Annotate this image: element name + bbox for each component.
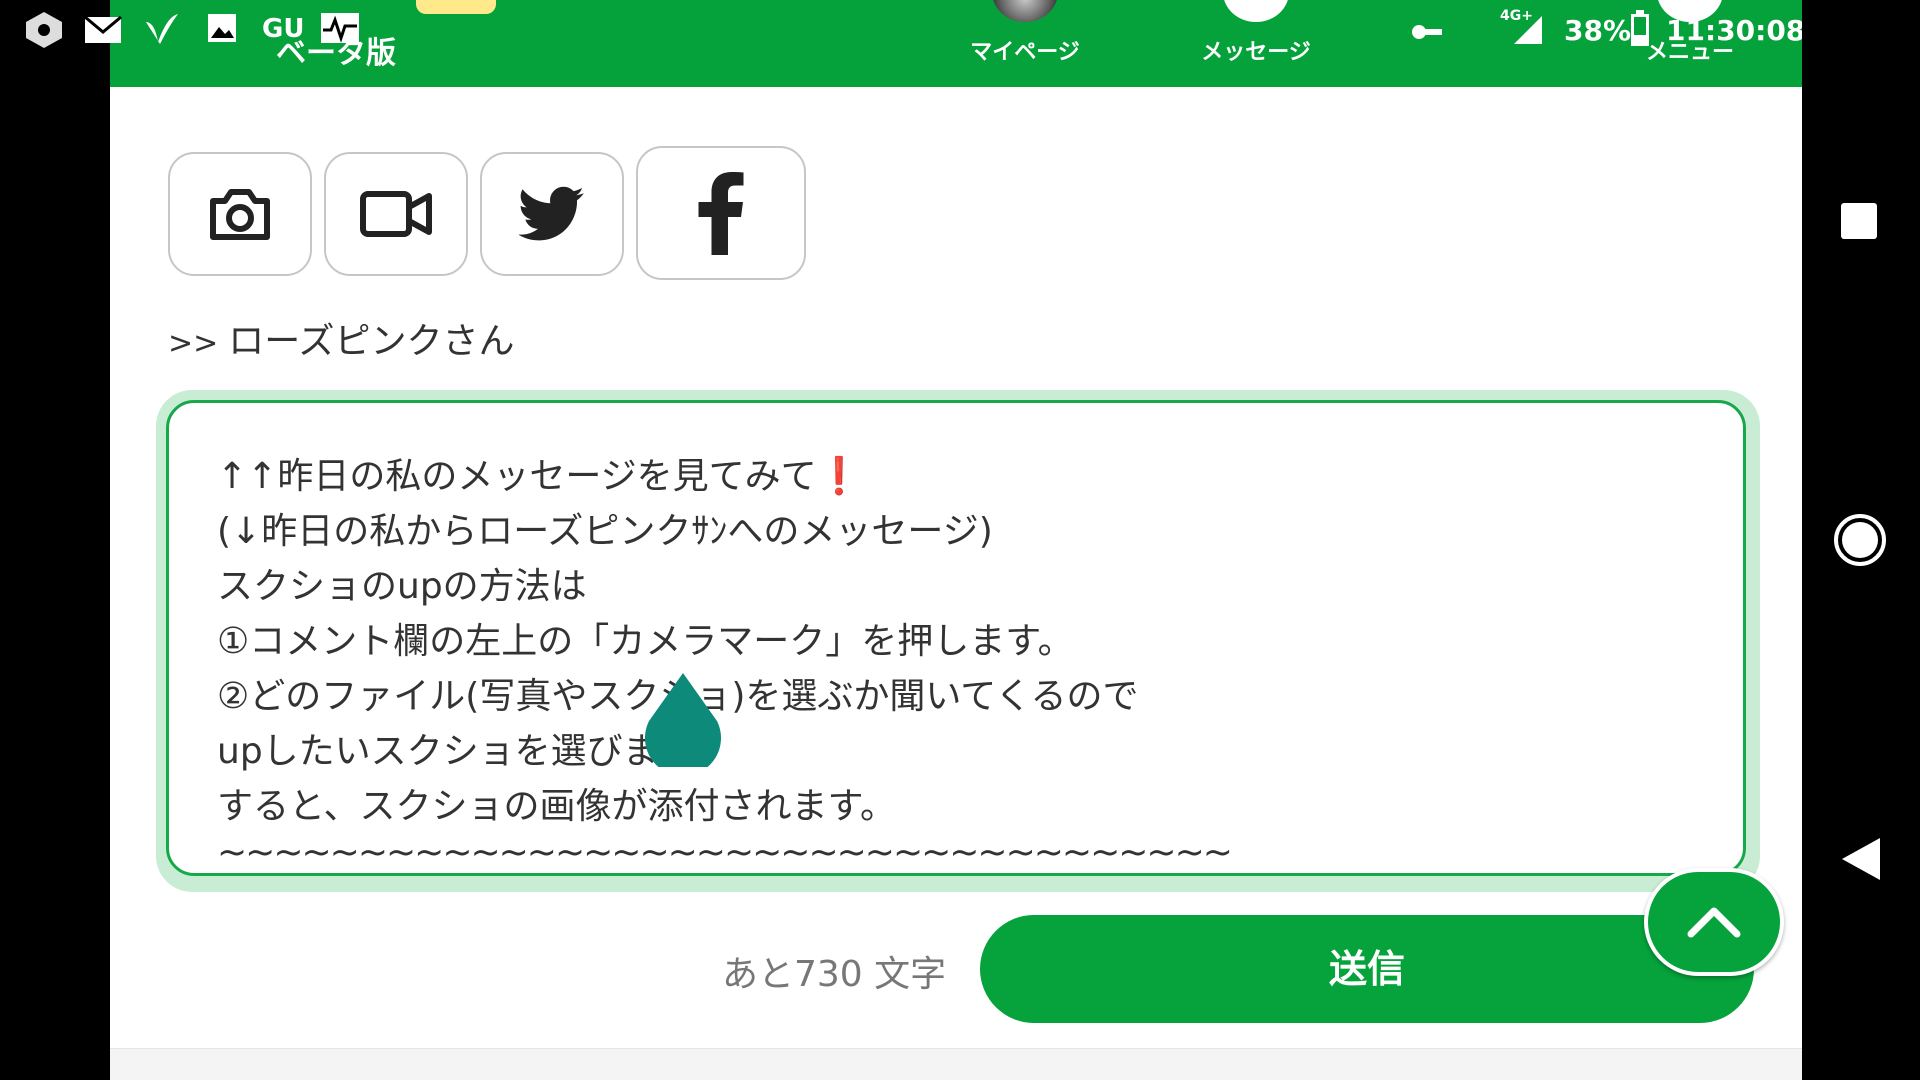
video-icon xyxy=(360,191,432,237)
comment-line: すると、スクショの画像が添付されます。 xyxy=(217,786,896,827)
exclamation-icon: ❗ xyxy=(816,456,862,497)
chevron-up-icon xyxy=(1687,907,1741,938)
comment-line: ↑↑昨日の私のメッセージを見てみて❗ xyxy=(217,456,862,497)
twitter-icon xyxy=(519,186,584,241)
camera-icon xyxy=(210,189,270,240)
home-button[interactable] xyxy=(1802,510,1920,570)
mail-icon xyxy=(84,16,122,43)
comment-line: (↓昨日の私からローズピンクｻﾝへのメッセージ) xyxy=(217,511,993,552)
activity-icon xyxy=(321,13,359,43)
nav-mypage-label: マイページ xyxy=(970,40,1080,65)
cell-signal-icon xyxy=(1514,16,1542,44)
camera-button[interactable] xyxy=(168,152,312,276)
facebook-icon xyxy=(698,172,744,255)
site-logo[interactable] xyxy=(416,0,496,14)
back-triangle-icon xyxy=(1842,838,1880,880)
avatar xyxy=(992,0,1058,22)
remaining-characters: あと730 文字 xyxy=(722,954,947,995)
settings-icon xyxy=(26,12,62,48)
text-cursor-handle[interactable] xyxy=(643,671,723,767)
nav-messages[interactable]: メッセージ xyxy=(1174,0,1338,87)
vpn-key-icon xyxy=(1412,25,1442,39)
message-icon xyxy=(1223,0,1289,22)
back-button[interactable] xyxy=(1802,834,1920,884)
comment-line: ①コメント欄の左上の「カメラマーク」を押します。 xyxy=(217,621,1074,662)
nav-messages-label: メッセージ xyxy=(1201,40,1311,65)
twitter-share-button[interactable] xyxy=(480,152,624,276)
comment-line: スクショのupの方法は xyxy=(217,566,587,607)
facebook-share-button[interactable] xyxy=(636,146,806,280)
battery-icon xyxy=(1631,10,1649,46)
menu-icon xyxy=(1657,0,1723,22)
reply-prefix: >> xyxy=(168,326,219,361)
comment-line: ~~~~~~~~~~~~~~~~~~~~~~~~~~~~~~~~~~~~ xyxy=(217,832,1233,873)
reply-target: >> ローズピンクさん xyxy=(168,312,514,364)
square-icon xyxy=(1841,203,1877,239)
header-bar: ベータ版 マイページ メッセージ メニュー xyxy=(110,0,1802,87)
comment-textarea[interactable]: ↑↑昨日の私のメッセージを見てみて❗ (↓昨日の私からローズピンクｻﾝへのメッセ… xyxy=(166,400,1746,876)
scroll-to-top-button[interactable] xyxy=(1644,868,1784,976)
android-nav-bar xyxy=(1802,0,1920,1080)
reply-name: ローズピンクさん xyxy=(228,321,515,362)
recent-apps-button[interactable] xyxy=(1802,196,1920,246)
gallery-icon xyxy=(208,14,236,42)
page-footer-strip xyxy=(110,1048,1802,1080)
signal-app-icon xyxy=(146,14,178,44)
nav-mypage[interactable]: マイページ xyxy=(940,0,1110,87)
comment-field-focus: ↑↑昨日の私のメッセージを見てみて❗ (↓昨日の私からローズピンクｻﾝへのメッセ… xyxy=(156,390,1760,892)
video-button[interactable] xyxy=(324,152,468,276)
send-button[interactable]: 送信 xyxy=(980,915,1754,1023)
app-frame: ベータ版 マイページ メッセージ メニュー >> ローズピンクさん ↑↑昨日の私… xyxy=(110,0,1802,1080)
home-circle-icon xyxy=(1834,514,1886,566)
